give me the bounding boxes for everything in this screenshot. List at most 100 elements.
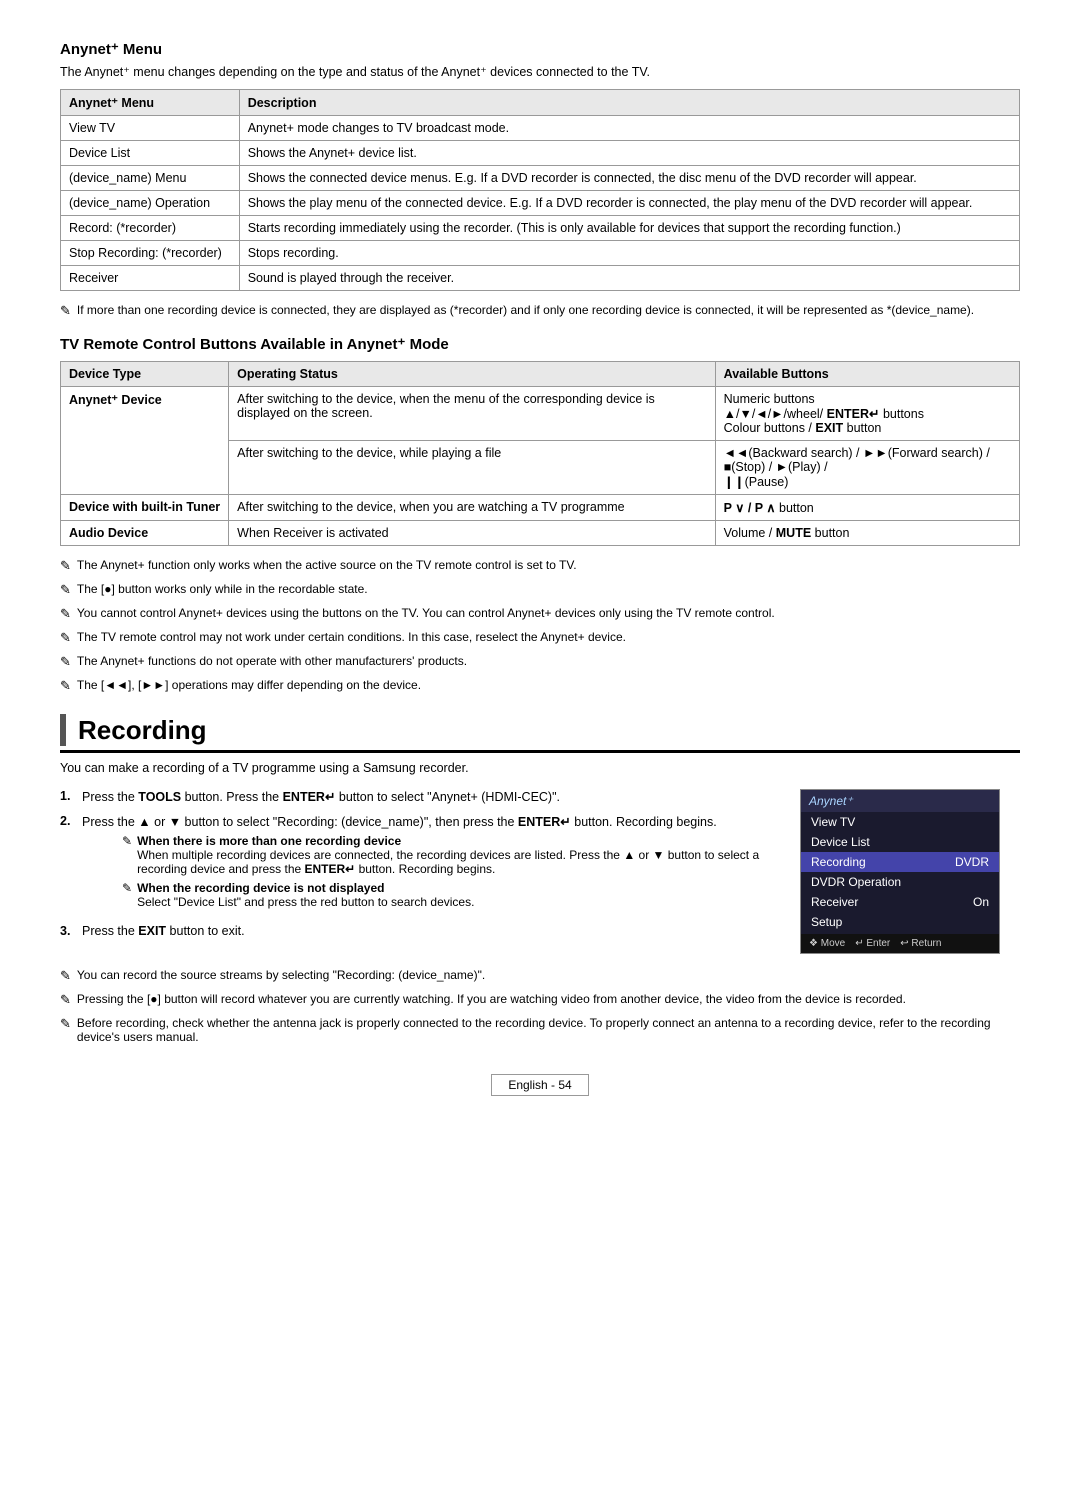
table-cell: Shows the play menu of the connected dev… xyxy=(239,191,1019,216)
table-row: View TVAnynet+ mode changes to TV broadc… xyxy=(61,116,1020,141)
note-text: The [●] button works only while in the r… xyxy=(77,582,368,596)
note-icon: ✎ xyxy=(60,654,71,670)
anynet-menu-items: View TVDevice ListRecordingDVDRDVDR Oper… xyxy=(801,812,999,932)
page-footer: English - 54 xyxy=(60,1074,1020,1096)
table-row: Device ListShows the Anynet+ device list… xyxy=(61,141,1020,166)
table-cell: Receiver xyxy=(61,266,240,291)
anynet-footer-return: ↩ Return xyxy=(900,938,941,949)
table-cell: Record: (*recorder) xyxy=(61,216,240,241)
table-cell: Device List xyxy=(61,141,240,166)
anynet-box-footer: ❖ Move ↵ Enter ↩ Return xyxy=(801,934,999,953)
table-row: Device with built-in Tuner After switchi… xyxy=(61,495,1020,521)
anynet-footer-enter: ↵ Enter xyxy=(855,938,890,949)
recording-screenshot: Anynet⁺ View TVDevice ListRecordingDVDRD… xyxy=(800,789,1020,954)
anynet-status-2: After switching to the device, while pla… xyxy=(229,441,715,495)
step-2-note-1-text: When there is more than one recording de… xyxy=(137,834,780,876)
device-tuner: Device with built-in Tuner xyxy=(61,495,229,521)
anynet-menu-item: Device List xyxy=(801,832,999,852)
anynet-menu-title: Anynet⁺ Menu xyxy=(60,40,1020,58)
step-2: Press the ▲ or ▼ button to select "Recor… xyxy=(60,814,780,914)
note-text: The Anynet+ functions do not operate wit… xyxy=(77,654,467,668)
tv-remote-col2: Operating Status xyxy=(229,362,715,387)
step-2-note-2-text: When the recording device is not display… xyxy=(137,881,474,909)
table-cell: View TV xyxy=(61,116,240,141)
anynet-menu-item: View TV xyxy=(801,812,999,832)
table-row: Stop Recording: (*recorder)Stops recordi… xyxy=(61,241,1020,266)
device-audio: Audio Device xyxy=(61,521,229,546)
step-3-content: Press the EXIT button to exit. xyxy=(82,924,245,938)
table-cell: Anynet+ mode changes to TV broadcast mod… xyxy=(239,116,1019,141)
table-cell: Sound is played through the receiver. xyxy=(239,266,1019,291)
table-row: Anynet⁺ Device After switching to the de… xyxy=(61,387,1020,441)
audio-status: When Receiver is activated xyxy=(229,521,715,546)
note-icon: ✎ xyxy=(60,630,71,646)
tv-remote-title: TV Remote Control Buttons Available in A… xyxy=(60,335,1020,353)
table-cell: Starts recording immediately using the r… xyxy=(239,216,1019,241)
table-row: ReceiverSound is played through the rece… xyxy=(61,266,1020,291)
bottom-notes: ✎You can record the source streams by se… xyxy=(60,968,1020,1044)
recording-bar-decoration xyxy=(60,714,66,746)
tv-remote-note: ✎ The TV remote control may not work unde… xyxy=(60,630,1020,646)
recording-section: Recording You can make a recording of a … xyxy=(60,714,1020,1044)
tuner-buttons: P ∨ / P ∧ button xyxy=(715,495,1019,521)
table-row: (device_name) MenuShows the connected de… xyxy=(61,166,1020,191)
step-1-content: Press the TOOLS button. Press the ENTER↵… xyxy=(82,789,560,804)
step-1: Press the TOOLS button. Press the ENTER↵… xyxy=(60,789,780,804)
steps-list: Press the TOOLS button. Press the ENTER↵… xyxy=(60,789,780,938)
tv-remote-note: ✎ The [●] button works only while in the … xyxy=(60,582,1020,598)
table-cell: Shows the Anynet+ device list. xyxy=(239,141,1019,166)
note-icon: ✎ xyxy=(60,606,71,622)
anynet-menu-item: ReceiverOn xyxy=(801,892,999,912)
anynet-buttons-2: ◄◄(Backward search) / ►►(Forward search)… xyxy=(715,441,1019,495)
step-2-note-2: ✎ When the recording device is not displ… xyxy=(122,881,780,909)
table-cell: Stop Recording: (*recorder) xyxy=(61,241,240,266)
tv-remote-table: Device Type Operating Status Available B… xyxy=(60,361,1020,546)
note-icon-2: ✎ xyxy=(122,834,132,848)
bottom-note: ✎Pressing the [●] button will record wha… xyxy=(60,992,1020,1008)
anynet-menu-item: DVDR Operation xyxy=(801,872,999,892)
tv-remote-note: ✎ The [◄◄], [►►] operations may differ de… xyxy=(60,678,1020,694)
note-text: The TV remote control may not work under… xyxy=(77,630,626,644)
note-icon: ✎ xyxy=(60,582,71,598)
anynet-menu-col2: Description xyxy=(239,90,1019,116)
anynet-menu-table: Anynet⁺ Menu Description View TVAnynet+ … xyxy=(60,89,1020,291)
note-icon-3: ✎ xyxy=(122,881,132,895)
anynet-box-header: Anynet⁺ xyxy=(801,790,999,812)
device-anynet: Anynet⁺ Device xyxy=(61,387,229,495)
page-number-badge: English - 54 xyxy=(491,1074,588,1096)
table-row: Audio Device When Receiver is activated … xyxy=(61,521,1020,546)
anynet-menu-subtitle: The Anynet⁺ menu changes depending on th… xyxy=(60,64,1020,79)
anynet-menu-note-text: If more than one recording device is con… xyxy=(77,303,974,317)
recording-title: Recording xyxy=(78,715,207,746)
anynet-ui-box: Anynet⁺ View TVDevice ListRecordingDVDRD… xyxy=(800,789,1000,954)
tv-remote-col1: Device Type xyxy=(61,362,229,387)
note-text: The [◄◄], [►►] operations may differ dep… xyxy=(77,678,421,692)
tv-remote-note: ✎ You cannot control Anynet+ devices usin… xyxy=(60,606,1020,622)
note-text: You cannot control Anynet+ devices using… xyxy=(77,606,775,620)
tv-remote-note: ✎ The Anynet+ functions do not operate wi… xyxy=(60,654,1020,670)
anynet-status-1: After switching to the device, when the … xyxy=(229,387,715,441)
tv-remote-note: ✎The Anynet+ function only works when th… xyxy=(60,558,1020,574)
table-cell: Stops recording. xyxy=(239,241,1019,266)
recording-content: Press the TOOLS button. Press the ENTER↵… xyxy=(60,789,1020,954)
note-icon: ✎ xyxy=(60,678,71,694)
bottom-note: ✎You can record the source streams by se… xyxy=(60,968,1020,984)
anynet-menu-item: RecordingDVDR xyxy=(801,852,999,872)
note-icon: ✎ xyxy=(60,968,71,984)
recording-intro: You can make a recording of a TV program… xyxy=(60,761,1020,775)
audio-buttons: Volume / MUTE button xyxy=(715,521,1019,546)
tv-remote-section: TV Remote Control Buttons Available in A… xyxy=(60,335,1020,694)
note-icon: ✎ xyxy=(60,1016,71,1032)
step-3: Press the EXIT button to exit. xyxy=(60,924,780,938)
bottom-note-text: Pressing the [●] button will record what… xyxy=(77,992,906,1006)
table-cell: (device_name) Menu xyxy=(61,166,240,191)
table-row: Record: (*recorder)Starts recording imme… xyxy=(61,216,1020,241)
anynet-menu-item: Setup xyxy=(801,912,999,932)
anynet-menu-note: ✎ If more than one recording device is c… xyxy=(60,303,1020,319)
note-icon: ✎ xyxy=(60,558,71,574)
tv-remote-col3: Available Buttons xyxy=(715,362,1019,387)
bottom-note-text: Before recording, check whether the ante… xyxy=(77,1016,1020,1044)
step-2-content: Press the ▲ or ▼ button to select "Recor… xyxy=(82,814,780,914)
tv-remote-notes: ✎The Anynet+ function only works when th… xyxy=(60,558,1020,694)
recording-header: Recording xyxy=(60,714,1020,753)
